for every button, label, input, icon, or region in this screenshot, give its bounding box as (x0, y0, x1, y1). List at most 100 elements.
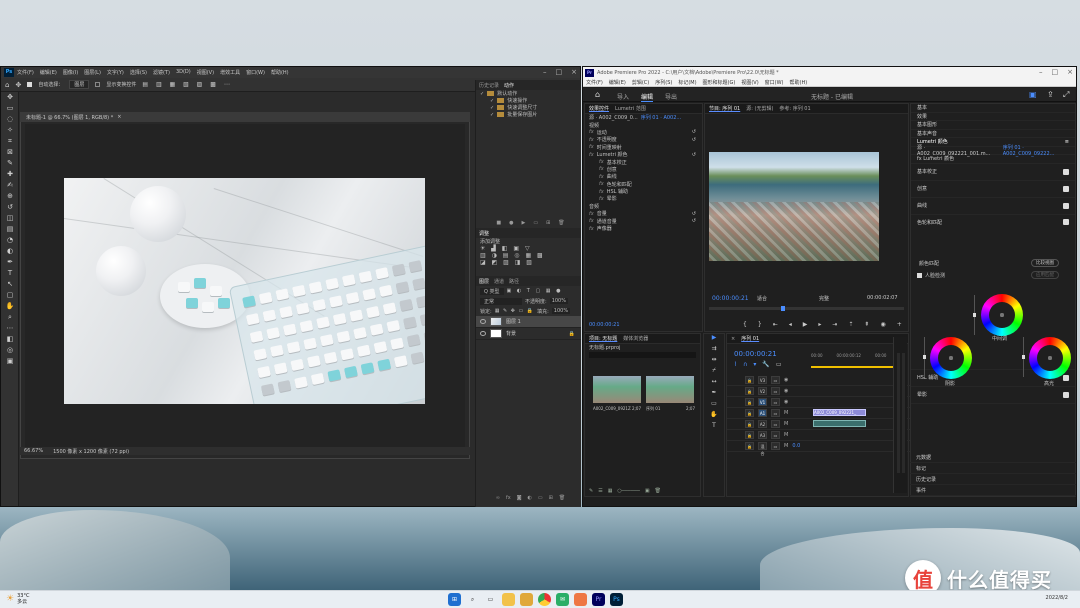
wrench-icon[interactable]: 🔧 (762, 361, 769, 368)
chrome-icon[interactable] (538, 593, 551, 606)
hand-tool-icon[interactable]: ✋ (1, 301, 19, 312)
reset-icon[interactable]: ↺ (692, 218, 696, 224)
action-check-icon[interactable]: ✓ (480, 91, 484, 97)
effect-sequence[interactable]: 序列 01 · A002... (641, 114, 681, 121)
lumetri-seq[interactable]: 序列 01 · A002_C009_09222... (1003, 144, 1075, 157)
fit-dropdown[interactable]: 适合 (757, 295, 767, 302)
action-item[interactable]: ✓ 快速操作 (476, 97, 581, 105)
effect-row[interactable]: 视频 (585, 121, 702, 129)
tab-export[interactable]: 导出 (665, 92, 677, 101)
screen-mode-tool-icon[interactable]: ▣ (1, 356, 19, 367)
track-label[interactable]: V1 (758, 398, 767, 406)
frame-tool-icon[interactable]: ⊠ (1, 147, 19, 158)
link-icon[interactable]: ∞ (496, 495, 500, 501)
selection-tool-icon[interactable]: ▶ (704, 334, 724, 345)
snap-icon[interactable]: ⌇ (734, 361, 737, 368)
wheel-slider-mid[interactable] (973, 295, 976, 335)
date-text[interactable]: 2022/8/2 (1046, 595, 1068, 601)
effect-row[interactable]: fx 创意 (585, 166, 702, 173)
lumetri-section[interactable]: 基本 (911, 104, 1075, 113)
lock-icons[interactable]: ▦ ✎ ✥ ▭ 🔒 (495, 308, 534, 314)
effect-row[interactable]: fx 通道音量 ↺ (585, 217, 702, 225)
history-brush-tool-icon[interactable]: ↺ (1, 202, 19, 213)
ps-menu-item[interactable]: 3D(D) (176, 69, 191, 76)
enable-checkbox[interactable] (1063, 218, 1069, 225)
stop-icon[interactable]: ■ (496, 220, 501, 226)
lumetri-item[interactable]: 晕影 (911, 387, 1075, 404)
layer-row-2[interactable]: 背景 🔒 (476, 328, 581, 340)
effect-row[interactable]: fx 色轮和匹配 (585, 181, 702, 188)
tab-project[interactable]: 项目: 无标题 (589, 335, 617, 342)
wheel-slider-shadow[interactable] (923, 337, 926, 377)
audio-clip[interactable] (813, 420, 866, 427)
eye-icon[interactable]: ◉ (784, 399, 788, 405)
ps-menu-item[interactable]: 文件(F) (17, 69, 34, 76)
enable-checkbox[interactable] (1063, 391, 1069, 398)
lock-icon[interactable]: 🔒 (745, 376, 754, 384)
path-select-tool-icon[interactable]: ↖ (1, 279, 19, 290)
step-back-icon[interactable]: ◂ (789, 321, 792, 328)
bottom-section[interactable]: 事件 (910, 485, 1076, 496)
tab-sequence[interactable]: 序列 01 (741, 335, 759, 342)
blur-tool-icon[interactable]: ◔ (1, 235, 19, 246)
zoom-tool-icon[interactable]: ⌕ (1, 312, 19, 323)
action-item[interactable]: ✓ 默认动作 (476, 90, 581, 98)
mark-in-icon[interactable]: { (743, 321, 747, 328)
clip-thumb-1[interactable] (593, 376, 641, 403)
fullscreen-icon[interactable]: ⤢ (1063, 90, 1069, 100)
face-detect-checkbox[interactable] (917, 273, 922, 278)
timeline-close-icon[interactable]: × (731, 336, 735, 342)
program-scrubber[interactable] (709, 306, 904, 311)
mark-out-icon[interactable]: } (758, 321, 762, 328)
pr-menu-item[interactable]: 序列(S) (655, 79, 672, 86)
layer-filter-icons[interactable]: ▣ ◐ T ▢ ▦ ● (507, 288, 563, 294)
ps-menu-item[interactable]: 文字(Y) (107, 69, 124, 76)
eye-icon[interactable]: M (784, 443, 788, 449)
razor-tool-icon[interactable]: ⌿ (704, 367, 724, 378)
tab-program[interactable]: 节目: 序列 01 (709, 105, 740, 112)
lumetri-section[interactable]: 基本图形 (911, 121, 1075, 130)
type-tool-icon[interactable]: T (704, 422, 724, 433)
visibility-eye-icon[interactable] (480, 331, 486, 336)
trash-icon[interactable]: 🗑 (655, 488, 661, 494)
effect-row[interactable]: fx 音量 ↺ (585, 210, 702, 218)
add-button-icon[interactable]: + (897, 321, 902, 328)
mask-icon[interactable]: ◙ (517, 495, 522, 501)
play-button[interactable]: ▶ (803, 321, 808, 328)
adjust-icons-row2[interactable]: ▥ ◑ ▤ ◎ ▦ ▩ (476, 252, 581, 259)
effect-row[interactable]: fx 声像器 (585, 225, 702, 233)
close-icon[interactable]: × (571, 67, 577, 78)
type-tool-icon[interactable]: T (1, 268, 19, 279)
search-icon[interactable]: ⌕ (466, 593, 479, 606)
effect-row[interactable]: fx 基本校正 (585, 158, 702, 166)
tab-import[interactable]: 导入 (617, 92, 629, 101)
pencil-icon[interactable]: ✎ (589, 488, 593, 494)
eye-icon[interactable]: ◉ (784, 377, 788, 383)
start-icon[interactable]: ⊞ (448, 593, 461, 606)
home-icon[interactable]: ⌂ (5, 81, 9, 89)
lumetri-item[interactable]: 曲线 (911, 198, 1075, 215)
bottom-section[interactable]: 元数据 (910, 452, 1076, 463)
effect-row[interactable]: fx 晕影 (585, 195, 702, 203)
tab-channels[interactable]: 通道 (494, 278, 504, 285)
doc-close-icon[interactable]: × (117, 114, 121, 120)
folder-icon[interactable] (520, 593, 533, 606)
project-search[interactable] (589, 352, 696, 359)
highlights-wheel[interactable] (1029, 337, 1071, 379)
enable-checkbox[interactable] (1063, 185, 1069, 192)
track-label[interactable]: V2 (758, 387, 767, 395)
group-icon[interactable]: ▭ (538, 495, 543, 501)
list-view-icon[interactable]: ☰ (598, 488, 602, 494)
track-label[interactable]: 混合 (758, 442, 767, 456)
opacity-value[interactable]: 100% (549, 298, 568, 304)
pr-menu-item[interactable]: 文件(F) (586, 79, 603, 86)
new-action-icon[interactable]: ⊞ (546, 220, 550, 226)
brush-tool-icon[interactable]: ✍ (1, 180, 19, 191)
play-icon[interactable]: ▶ (521, 220, 525, 226)
pr-menu-item[interactable]: 剪辑(C) (632, 79, 649, 86)
captions-icon[interactable]: ▭ (776, 361, 782, 368)
share-icon[interactable]: ⇪ (1047, 90, 1054, 99)
eye-icon[interactable]: M (784, 410, 788, 416)
quick-mask-tool-icon[interactable]: ◎ (1, 345, 19, 356)
reset-icon[interactable]: ↺ (692, 211, 696, 217)
